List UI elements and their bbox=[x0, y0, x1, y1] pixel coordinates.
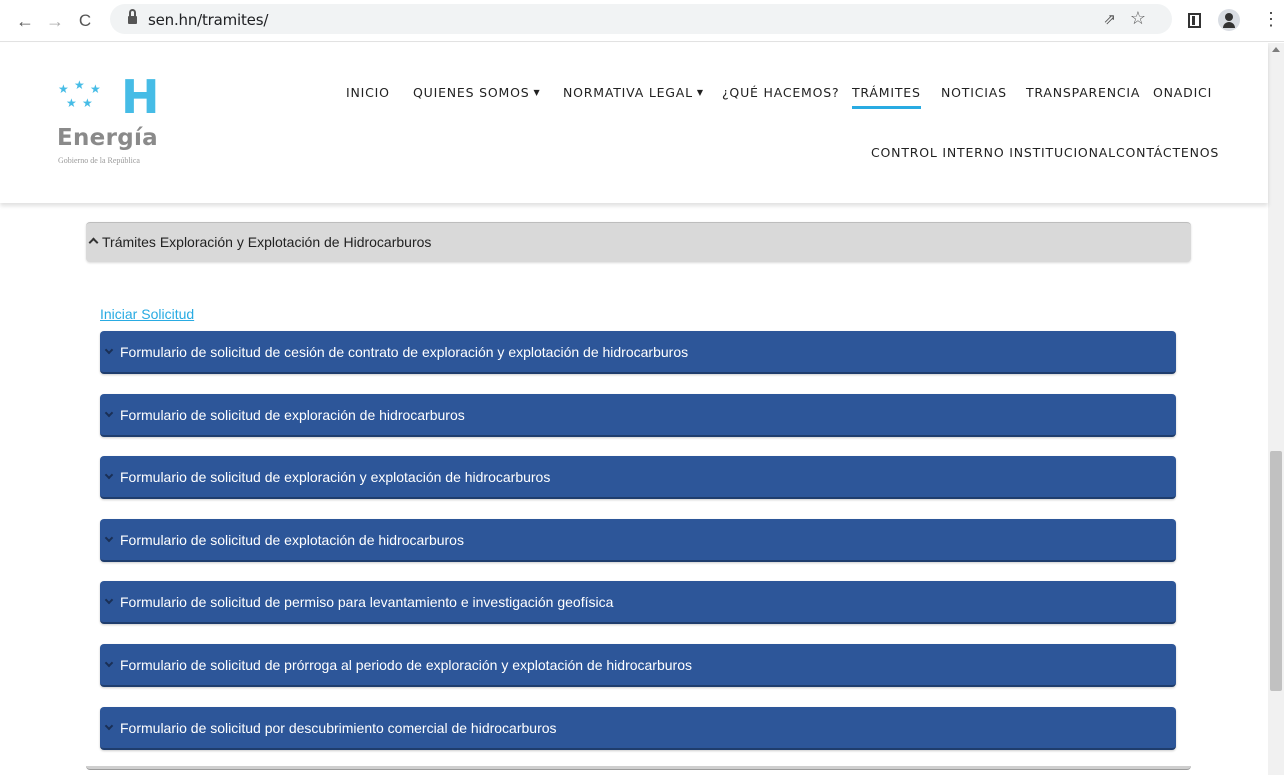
dropdown-caret-icon: ▼ bbox=[696, 88, 704, 97]
chevron-down-icon bbox=[104, 597, 114, 607]
chevron-down-icon bbox=[104, 660, 114, 670]
nav-contactenos[interactable]: CONTÁCTENOS bbox=[1116, 145, 1219, 160]
section-footer-edge bbox=[86, 766, 1191, 770]
section-title: Trámites Exploración y Explotación de Hi… bbox=[102, 234, 432, 250]
nav-que-hacemos[interactable]: ¿QUÉ HACEMOS? bbox=[722, 85, 839, 100]
form-item-label: Formulario de solicitud por descubrimien… bbox=[120, 720, 557, 736]
nav-onadici[interactable]: ONADICI bbox=[1153, 85, 1212, 100]
form-item-exploracion-explotacion[interactable]: Formulario de solicitud de exploración y… bbox=[100, 456, 1176, 499]
chevron-up-icon bbox=[89, 236, 98, 245]
logo-word: Energía bbox=[57, 125, 158, 151]
form-item-descubrimiento[interactable]: Formulario de solicitud por descubrimien… bbox=[100, 707, 1176, 750]
browser-menu-icon[interactable]: ⋮ bbox=[1262, 10, 1280, 28]
form-item-label: Formulario de solicitud de prórroga al p… bbox=[120, 657, 692, 673]
form-item-label: Formulario de solicitud de exploración d… bbox=[120, 407, 465, 423]
dropdown-caret-icon: ▼ bbox=[533, 88, 541, 97]
form-item-explotacion[interactable]: Formulario de solicitud de explotación d… bbox=[100, 519, 1176, 562]
nav-noticias[interactable]: NOTICIAS bbox=[941, 85, 1007, 100]
energia-logo[interactable]: ★ ★ ★ ★ ★ H Energía Gobierno de la Repúb… bbox=[56, 70, 186, 175]
share-icon[interactable]: ⇗ bbox=[1103, 10, 1116, 28]
chevron-down-icon bbox=[104, 410, 114, 420]
chevron-down-icon bbox=[104, 347, 114, 357]
form-item-label: Formulario de solicitud de permiso para … bbox=[120, 594, 614, 610]
nav-inicio[interactable]: INICIO bbox=[346, 85, 390, 100]
nav-quienes-somos[interactable]: QUIENES SOMOS ▼ bbox=[413, 85, 540, 100]
accordion-section-header[interactable]: Trámites Exploración y Explotación de Hi… bbox=[86, 222, 1191, 262]
page-scrollbar[interactable] bbox=[1268, 43, 1284, 775]
nav-control-interno[interactable]: CONTROL INTERNO INSTITUCIONAL bbox=[871, 145, 1116, 160]
lock-icon[interactable] bbox=[128, 9, 137, 25]
nav-tramites[interactable]: TRÁMITES bbox=[852, 85, 921, 109]
scrollbar-thumb[interactable] bbox=[1270, 451, 1282, 691]
url-text[interactable]: sen.hn/tramites/ bbox=[148, 11, 268, 29]
side-panel-icon[interactable] bbox=[1188, 13, 1201, 28]
site-header: ★ ★ ★ ★ ★ H Energía Gobierno de la Repúb… bbox=[0, 43, 1268, 203]
nav-normativa-legal[interactable]: NORMATIVA LEGAL ▼ bbox=[563, 85, 704, 100]
back-arrow-icon[interactable]: ← bbox=[12, 8, 38, 34]
form-item-label: Formulario de solicitud de explotación d… bbox=[120, 532, 464, 548]
chevron-down-icon bbox=[104, 723, 114, 733]
logo-subtitle: Gobierno de la República bbox=[58, 156, 140, 165]
reload-icon[interactable]: C bbox=[72, 8, 98, 34]
chevron-down-icon bbox=[104, 535, 114, 545]
scroll-up-arrow-icon[interactable] bbox=[1272, 47, 1280, 52]
form-item-label: Formulario de solicitud de cesión de con… bbox=[120, 344, 689, 360]
forward-arrow-icon[interactable]: → bbox=[42, 8, 68, 34]
form-item-exploracion[interactable]: Formulario de solicitud de exploración d… bbox=[100, 394, 1176, 437]
form-item-geofisica[interactable]: Formulario de solicitud de permiso para … bbox=[100, 581, 1176, 624]
form-item-prorroga[interactable]: Formulario de solicitud de prórroga al p… bbox=[100, 644, 1176, 687]
nav-transparencia[interactable]: TRANSPARENCIA bbox=[1026, 85, 1140, 100]
profile-avatar-icon[interactable] bbox=[1218, 9, 1240, 31]
bookmark-star-icon[interactable]: ☆ bbox=[1130, 8, 1146, 29]
start-request-link[interactable]: Iniciar Solicitud bbox=[100, 306, 194, 322]
stars-icon: ★ ★ ★ ★ ★ bbox=[58, 78, 101, 110]
logo-letter: H bbox=[121, 70, 160, 124]
chevron-down-icon bbox=[104, 472, 114, 482]
address-bar[interactable]: sen.hn/tramites/ ⇗ ☆ bbox=[110, 4, 1172, 34]
form-item-cesion[interactable]: Formulario de solicitud de cesión de con… bbox=[100, 331, 1176, 374]
browser-toolbar: ← → C sen.hn/tramites/ ⇗ ☆ ⋮ bbox=[0, 0, 1284, 42]
form-item-label: Formulario de solicitud de exploración y… bbox=[120, 469, 551, 485]
